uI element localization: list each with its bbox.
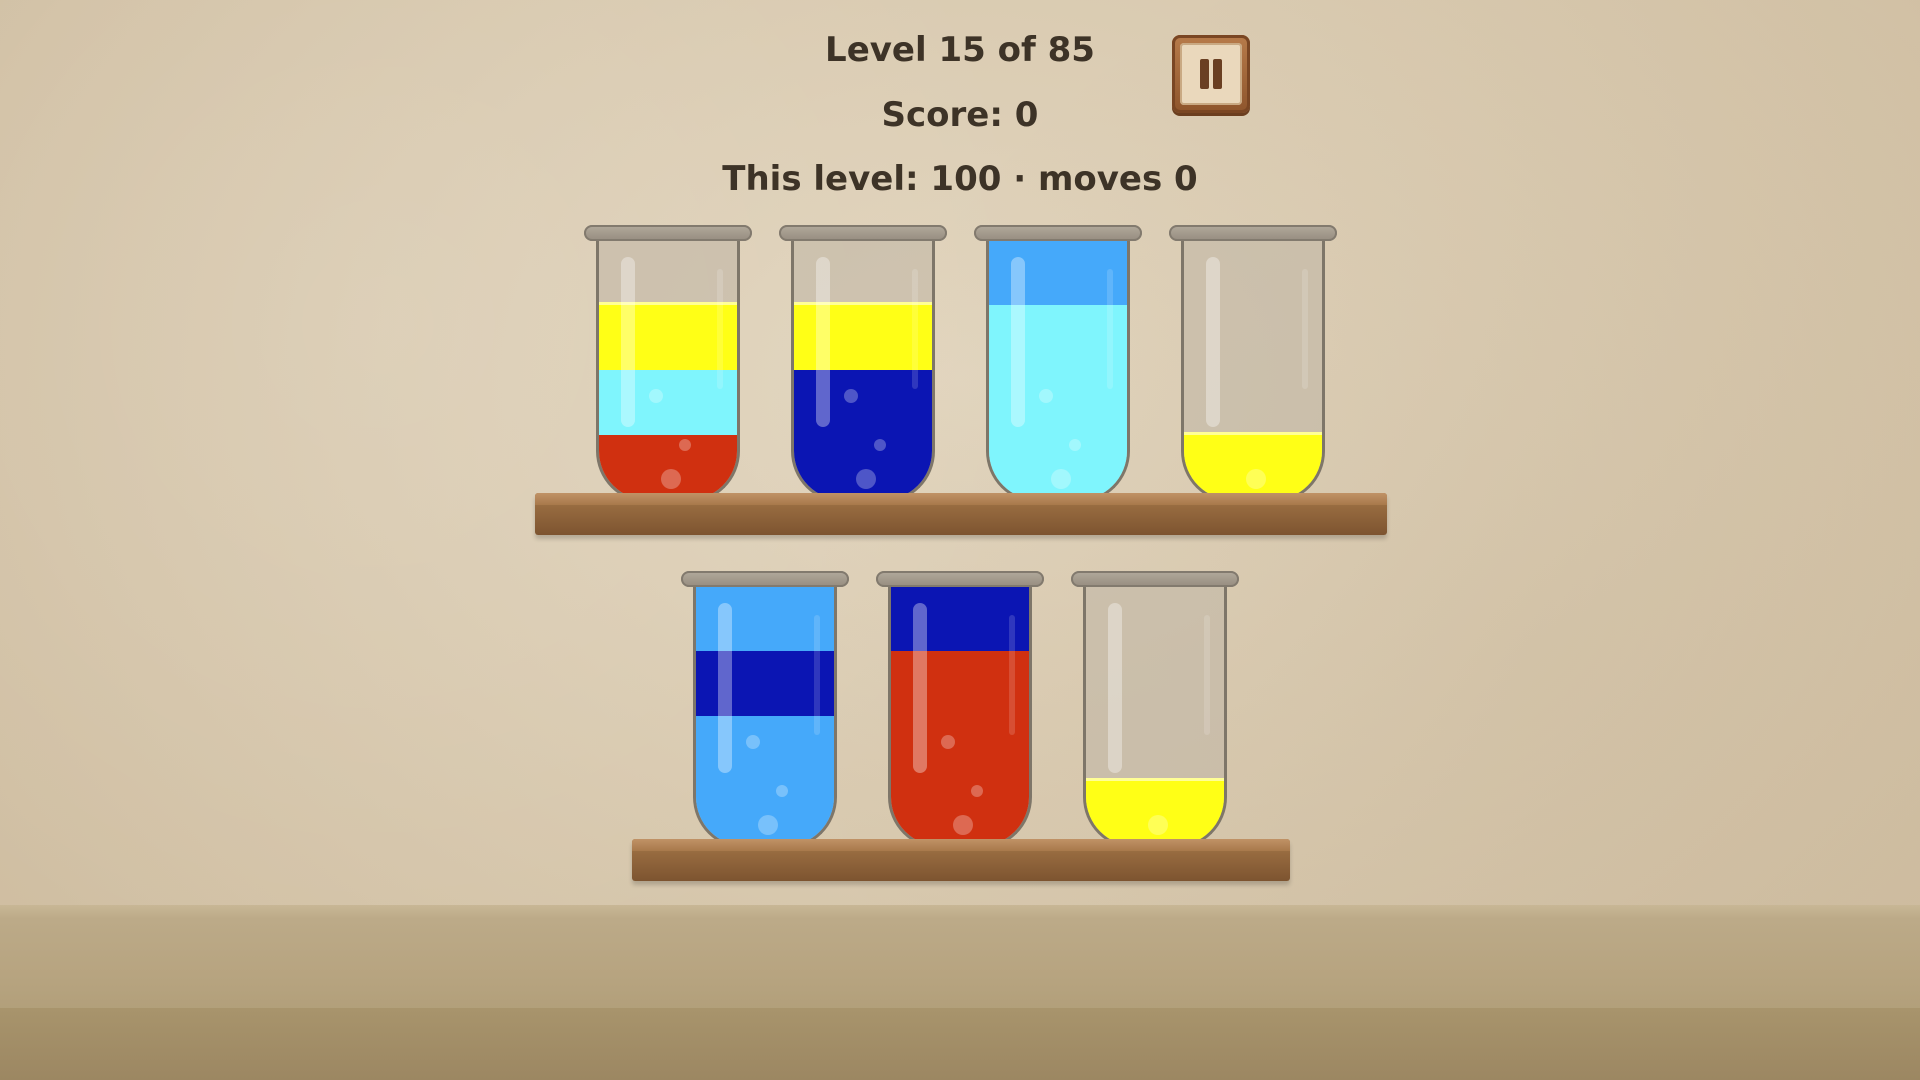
glass-highlight <box>1205 257 1220 427</box>
pause-icon-bar-left <box>1200 59 1209 89</box>
liquid-layer-navy <box>793 370 932 435</box>
tube[interactable] <box>876 571 1044 867</box>
liquid-layer-cyan <box>988 305 1127 370</box>
tube[interactable] <box>778 225 947 521</box>
glass-highlight <box>814 615 820 735</box>
liquid-layer-cyan <box>988 370 1127 435</box>
tube-rim <box>973 225 1142 241</box>
tube-glass <box>693 585 837 849</box>
tube-rim <box>876 571 1044 587</box>
glass-highlight <box>1010 257 1025 427</box>
bubble <box>855 469 876 489</box>
pause-button[interactable] <box>1172 35 1250 113</box>
bubble <box>1050 469 1071 489</box>
bubble <box>1245 469 1266 489</box>
tube-rim <box>681 571 849 587</box>
tube[interactable] <box>681 571 849 867</box>
bubble <box>758 815 778 835</box>
wooden-shelf <box>535 493 1387 535</box>
bubble <box>953 815 973 835</box>
glass-highlight <box>1009 615 1015 735</box>
tube-glass <box>985 239 1130 503</box>
bubble <box>648 389 663 403</box>
bubble <box>1148 815 1168 835</box>
tube[interactable] <box>1168 225 1337 521</box>
tube-glass <box>595 239 740 503</box>
bubble <box>873 439 886 451</box>
glass-highlight <box>815 257 830 427</box>
glass-highlight <box>1108 603 1122 773</box>
tube-glass <box>790 239 935 503</box>
bubble <box>776 785 788 797</box>
tube-rim <box>1071 571 1239 587</box>
level-score-moves: This level: 100 · moves 0 <box>722 159 1198 199</box>
bubble <box>971 785 983 797</box>
tube[interactable] <box>583 225 752 521</box>
liquid-layer-skyblue <box>988 239 1127 305</box>
pause-icon-bar-right <box>1213 59 1222 89</box>
bubble <box>1068 439 1081 451</box>
bubble <box>941 735 955 749</box>
table-edge <box>0 1008 1920 1080</box>
glass-highlight <box>1204 615 1210 735</box>
liquid-layer-yellow <box>598 302 737 370</box>
glass-highlight <box>716 269 723 389</box>
tube-rim <box>583 225 752 241</box>
pause-icon <box>1180 43 1242 105</box>
glass-highlight <box>620 257 635 427</box>
glass-highlight <box>1106 269 1113 389</box>
wooden-shelf <box>632 839 1290 881</box>
bubble <box>843 389 858 403</box>
bubble <box>746 735 760 749</box>
liquid-layer-yellow <box>793 302 932 370</box>
tube-rim <box>778 225 947 241</box>
bubble <box>1038 389 1053 403</box>
liquid-layer-cyan <box>598 370 737 435</box>
bubble <box>678 439 691 451</box>
tube-glass <box>1083 585 1227 849</box>
tube-rim <box>1168 225 1337 241</box>
tube[interactable] <box>1071 571 1239 867</box>
score-display: Score: 0 <box>881 95 1039 135</box>
glass-highlight <box>718 603 732 773</box>
bubble <box>660 469 681 489</box>
level-indicator: Level 15 of 85 <box>825 30 1095 70</box>
glass-highlight <box>911 269 918 389</box>
glass-highlight <box>913 603 927 773</box>
tube-glass <box>888 585 1032 849</box>
tube[interactable] <box>973 225 1142 521</box>
tube-glass <box>1180 239 1325 503</box>
glass-highlight <box>1301 269 1308 389</box>
